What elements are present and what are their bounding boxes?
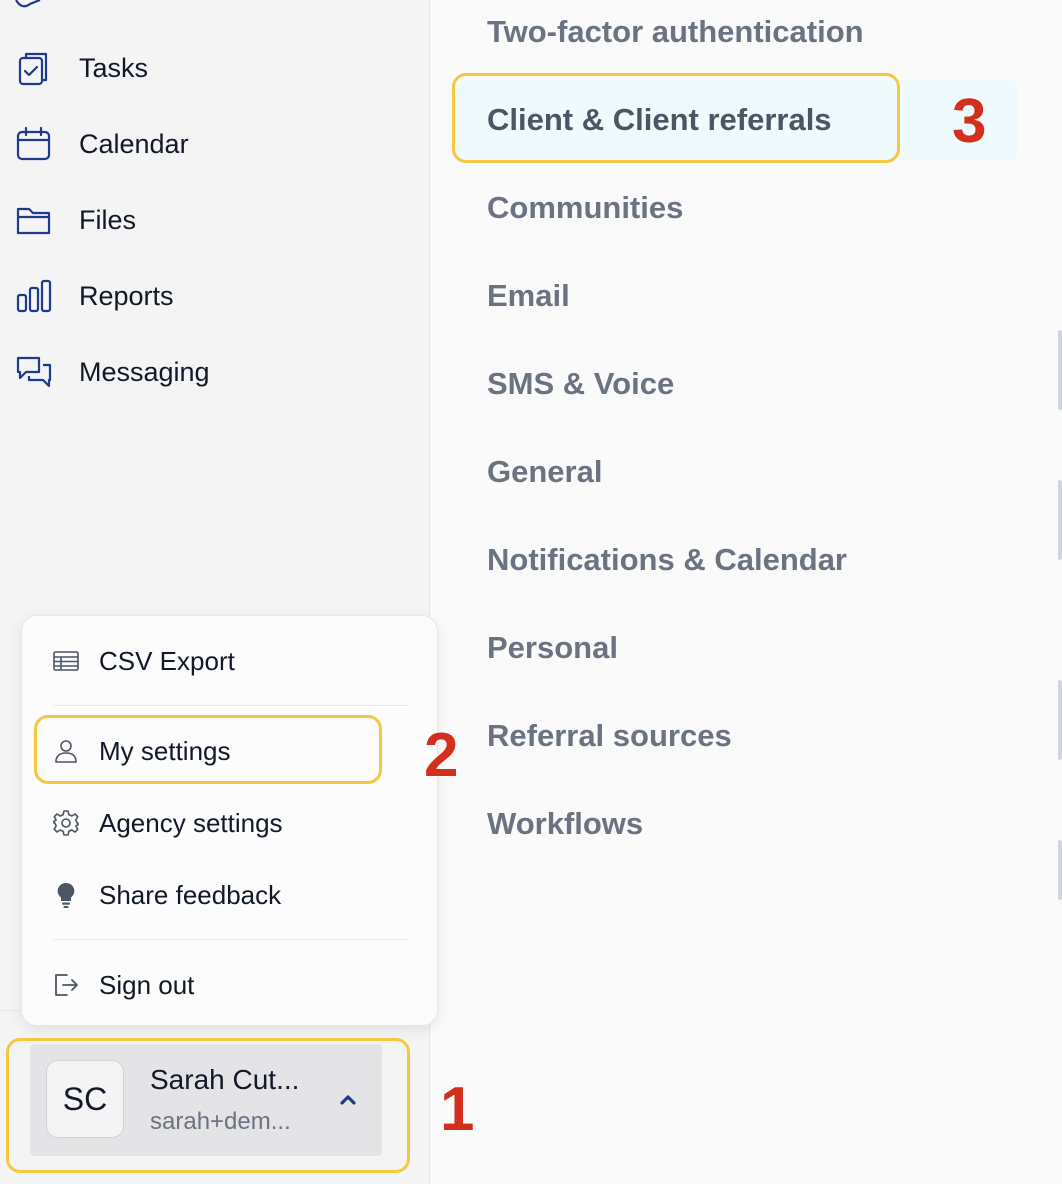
user-menu: CSV Export My settings Agency settings S… xyxy=(21,615,438,1026)
settings-item-sms-voice[interactable]: SMS & Voice xyxy=(487,366,674,402)
settings-item-personal[interactable]: Personal xyxy=(487,630,618,666)
sidebar-item-label: Messaging xyxy=(79,356,210,387)
scroll-edge xyxy=(1058,680,1062,760)
menu-item-csv-export[interactable]: CSV Export xyxy=(22,634,437,688)
scroll-edge xyxy=(1058,480,1062,560)
table-icon xyxy=(52,647,80,675)
settings-item-email[interactable]: Email xyxy=(487,278,570,314)
chat-bubbles-icon xyxy=(15,353,53,391)
sidebar-item-label: Calendar xyxy=(79,128,189,159)
settings-item-workflows[interactable]: Workflows xyxy=(487,806,643,842)
settings-item-notifications-calendar[interactable]: Notifications & Calendar xyxy=(487,542,847,578)
menu-divider xyxy=(53,939,407,940)
folder-icon xyxy=(15,201,53,239)
sidebar-item-label: Reports xyxy=(79,280,174,311)
sidebar-item-reports[interactable]: Reports xyxy=(0,266,420,326)
settings-nav: Two-factor authentication Client & Clien… xyxy=(430,0,1062,1184)
step-number-1: 1 xyxy=(440,1075,475,1144)
referrals-icon xyxy=(14,0,44,22)
step-number-3: 3 xyxy=(952,87,987,156)
sidebar-item-label: Files xyxy=(79,204,137,235)
lightbulb-icon xyxy=(52,881,80,909)
highlight-box-step-2 xyxy=(34,715,382,784)
clipboard-check-icon xyxy=(15,49,53,87)
menu-item-agency-settings[interactable]: Agency settings xyxy=(22,796,437,850)
menu-item-share-feedback[interactable]: Share feedback xyxy=(22,868,437,922)
menu-item-label: Share feedback xyxy=(99,879,282,910)
calendar-icon xyxy=(15,125,53,163)
settings-item-two-factor[interactable]: Two-factor authentication xyxy=(487,14,864,50)
scroll-edge xyxy=(1058,840,1062,900)
bar-chart-icon xyxy=(15,277,53,315)
settings-item-general[interactable]: General xyxy=(487,454,602,490)
menu-item-label: Sign out xyxy=(99,969,195,1000)
scroll-edge xyxy=(1058,330,1062,410)
menu-item-label: CSV Export xyxy=(99,645,235,676)
menu-divider xyxy=(53,705,407,706)
highlight-box-step-1 xyxy=(6,1038,410,1173)
sign-out-icon xyxy=(52,971,80,999)
menu-item-sign-out[interactable]: Sign out xyxy=(22,958,437,1012)
sidebar-item-messaging[interactable]: Messaging xyxy=(0,342,420,402)
sidebar-item-tasks[interactable]: Tasks xyxy=(0,38,420,98)
gear-icon xyxy=(52,809,80,837)
sidebar-item-label: Tasks xyxy=(79,52,149,83)
menu-item-label: Agency settings xyxy=(99,807,283,838)
settings-item-communities[interactable]: Communities xyxy=(487,190,683,226)
step-number-2: 2 xyxy=(424,721,459,790)
highlight-box-step-3 xyxy=(452,73,900,163)
settings-item-referral-sources[interactable]: Referral sources xyxy=(487,718,732,754)
sidebar-item-calendar[interactable]: Calendar xyxy=(0,114,420,174)
sidebar-item-files[interactable]: Files xyxy=(0,190,420,250)
